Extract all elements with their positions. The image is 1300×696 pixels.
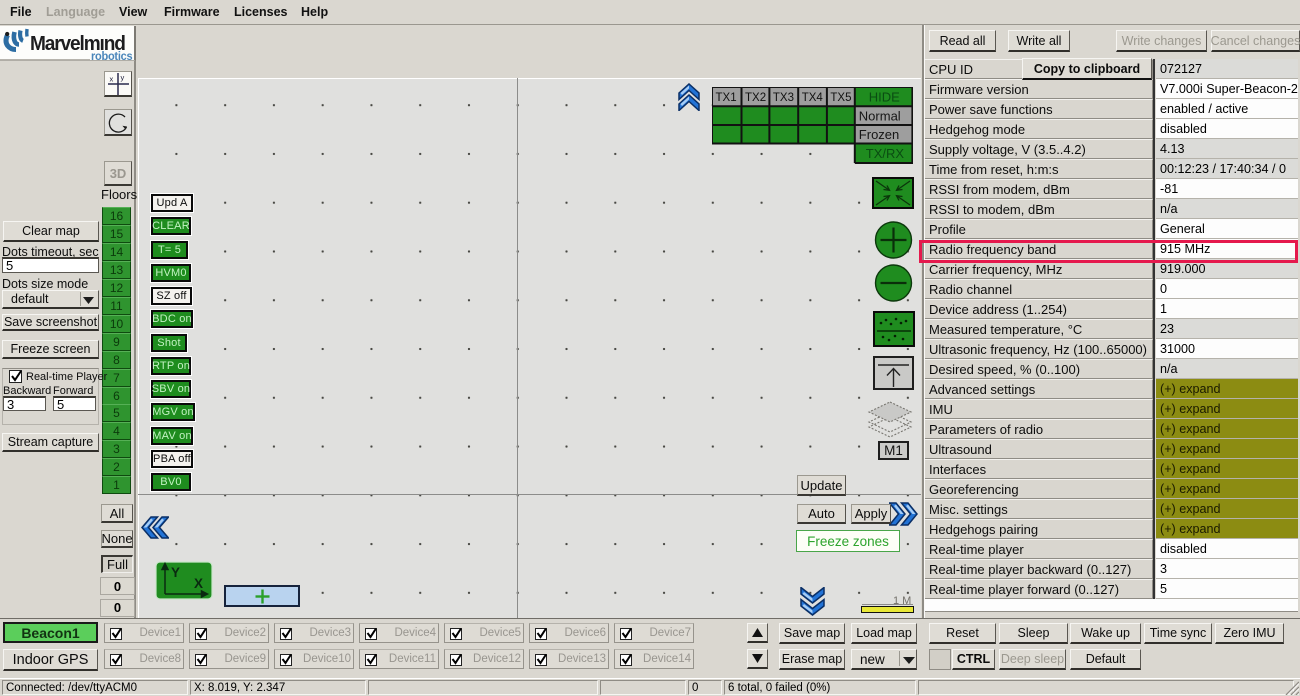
svg-text:TX3: TX3: [773, 92, 794, 104]
svg-text:TX5: TX5: [830, 92, 851, 104]
svg-text:TX/RX: TX/RX: [866, 146, 905, 161]
svg-text:x: x: [110, 75, 114, 84]
svg-text:y: y: [121, 73, 125, 82]
svg-text:Normal: Normal: [859, 109, 901, 124]
svg-text:HIDE: HIDE: [869, 90, 900, 105]
svg-text:X: X: [194, 576, 203, 591]
svg-text:TX1: TX1: [716, 92, 737, 104]
svg-text:Y: Y: [171, 565, 180, 580]
svg-text:TX4: TX4: [802, 92, 824, 104]
svg-text:TX2: TX2: [745, 92, 766, 104]
svg-text:Frozen: Frozen: [859, 127, 899, 142]
